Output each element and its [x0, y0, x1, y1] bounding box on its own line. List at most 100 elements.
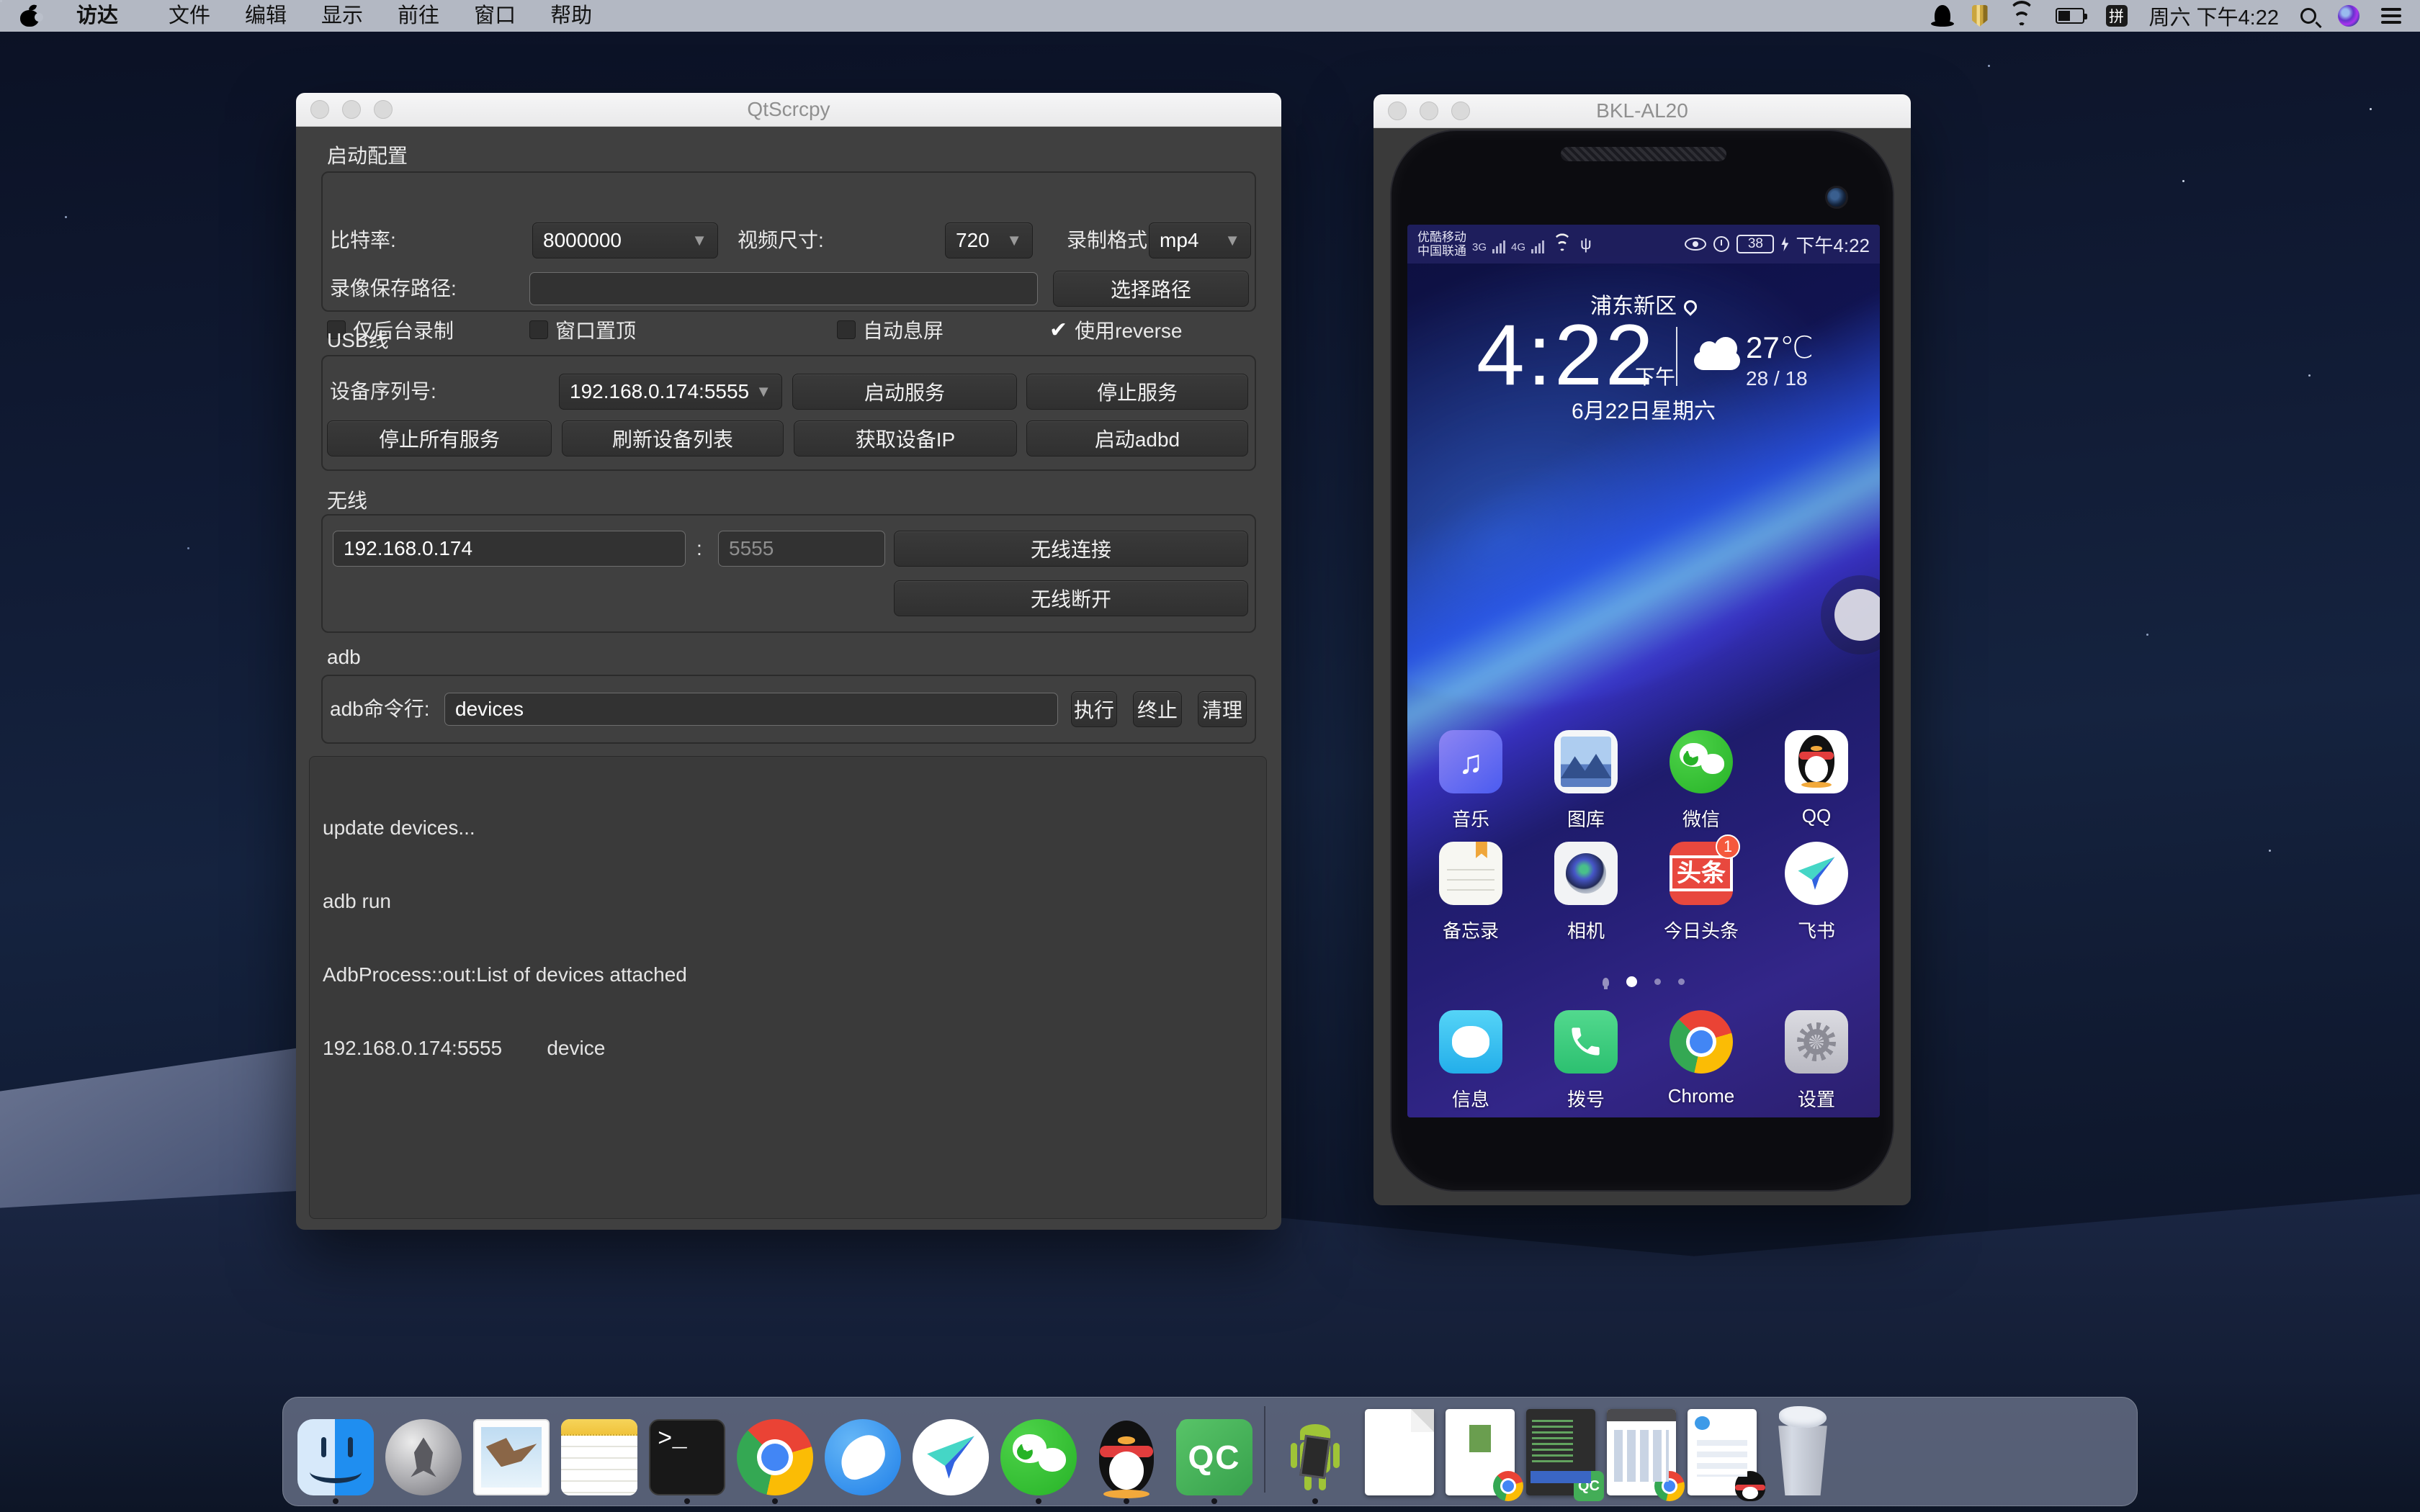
- dock-paper-plane-app[interactable]: [913, 1419, 989, 1495]
- minimized-qq-chat[interactable]: [1688, 1409, 1757, 1495]
- dock-launchpad[interactable]: [385, 1419, 462, 1495]
- search-icon[interactable]: [2300, 4, 2316, 27]
- bitrate-label: 比特率:: [330, 222, 396, 258]
- qq-icon[interactable]: [1935, 4, 1950, 27]
- notification-list-icon[interactable]: [2381, 4, 2401, 27]
- checkbox-box: [529, 320, 548, 339]
- checkbox-label: 窗口置顶: [555, 315, 636, 344]
- adb-cmd-input[interactable]: devices: [444, 693, 1058, 726]
- wechat-icon: [1000, 1419, 1077, 1495]
- battery-icon[interactable]: [2056, 4, 2084, 27]
- clock-ampm: 下午: [1635, 361, 1675, 390]
- start-service-button[interactable]: 启动服务: [792, 374, 1017, 410]
- wireless-port-input[interactable]: 5555: [718, 531, 885, 567]
- menu-go[interactable]: 前往: [380, 0, 457, 32]
- apple-menu-icon[interactable]: [20, 5, 39, 27]
- dock-qq[interactable]: [1088, 1419, 1165, 1495]
- dock-seal-app[interactable]: [825, 1419, 901, 1495]
- dock-mail[interactable]: [473, 1419, 550, 1495]
- wireless-disconnect-button[interactable]: 无线断开: [894, 580, 1248, 616]
- eye-comfort-icon: [1685, 238, 1706, 251]
- qq-penguin-icon: [1088, 1419, 1165, 1495]
- video-size-combobox[interactable]: 720▼: [945, 222, 1033, 258]
- dock-chrome[interactable]: [737, 1419, 813, 1495]
- dialer-icon: [1554, 1010, 1618, 1074]
- bitrate-combobox[interactable]: 8000000▼: [532, 222, 718, 258]
- app-label: 设置: [1798, 1085, 1835, 1112]
- dock-terminal[interactable]: >_: [649, 1419, 725, 1495]
- choose-path-button[interactable]: 选择路径: [1053, 271, 1249, 307]
- app-chrome[interactable]: Chrome: [1647, 1010, 1755, 1112]
- record-path-input[interactable]: [529, 272, 1038, 305]
- serial-combobox[interactable]: 192.168.0.174:5555▼: [559, 374, 782, 410]
- qtscrcpy-window: QtScrcpy 启动配置 比特率: 8000000▼ 视频尺寸: 720▼ 录…: [296, 93, 1281, 1230]
- minimized-green-page[interactable]: [1446, 1409, 1515, 1495]
- weather-temperature: 27℃: [1746, 330, 1814, 365]
- menu-file[interactable]: 文件: [151, 0, 228, 32]
- get-device-ip-button[interactable]: 获取设备IP: [794, 420, 1017, 456]
- app-dialer[interactable]: 拨号: [1532, 1010, 1640, 1112]
- phone-titlebar[interactable]: BKL-AL20: [1373, 94, 1911, 128]
- dock-notes[interactable]: [561, 1419, 637, 1495]
- charging-bolt-icon: [1781, 237, 1788, 251]
- checkbox-use-reverse[interactable]: ✔使用reverse: [1049, 318, 1183, 342]
- checkbox-box: [837, 320, 856, 339]
- menu-window[interactable]: 窗口: [457, 0, 533, 32]
- app-label: QQ: [1802, 805, 1831, 827]
- carrier-name-1: 优酷移动: [1417, 230, 1466, 244]
- checkbox-auto-screen-off[interactable]: 自动息屏: [837, 318, 944, 342]
- siri-icon[interactable]: [2338, 4, 2360, 27]
- dock-wechat[interactable]: [1000, 1419, 1077, 1495]
- minimized-document[interactable]: [1365, 1409, 1434, 1495]
- phone-mirror-window: BKL-AL20 优酷移动 中国联通 3G 4G ψ: [1373, 94, 1911, 1205]
- menu-finder[interactable]: 访达: [43, 0, 151, 32]
- wifi-icon[interactable]: [2009, 4, 2034, 27]
- dock-scrcpy-android[interactable]: [1277, 1419, 1353, 1495]
- phone-screen[interactable]: 优酷移动 中国联通 3G 4G ψ 38 下午4:22: [1407, 225, 1880, 1117]
- section-usb: USB线: [327, 325, 389, 354]
- shield-icon[interactable]: [1972, 4, 1988, 27]
- app-settings[interactable]: 设置: [1762, 1010, 1870, 1112]
- stop-all-services-button[interactable]: 停止所有服务: [327, 420, 552, 456]
- menu-help[interactable]: 帮助: [533, 0, 609, 32]
- section-wireless: 无线: [327, 485, 367, 514]
- start-adbd-button[interactable]: 启动adbd: [1026, 420, 1248, 456]
- menu-view[interactable]: 显示: [304, 0, 380, 32]
- adb-log-output[interactable]: update devices... adb run AdbProcess::ou…: [309, 756, 1267, 1219]
- app-wechat[interactable]: 微信: [1647, 730, 1755, 832]
- app-feishu[interactable]: 飞书: [1762, 842, 1870, 943]
- minimized-web-page[interactable]: [1607, 1409, 1676, 1495]
- wireless-ip-input[interactable]: 192.168.0.174: [333, 531, 686, 567]
- app-qq[interactable]: QQ: [1762, 730, 1870, 832]
- adb-stop-button[interactable]: 终止: [1133, 691, 1182, 727]
- page-dot: [1654, 978, 1661, 985]
- app-camera[interactable]: 相机: [1532, 842, 1640, 943]
- section-launch-config: 启动配置: [327, 140, 408, 169]
- notification-badge: 1: [1716, 834, 1740, 859]
- dock-finder[interactable]: [297, 1419, 374, 1495]
- dock-qtscrcpy[interactable]: QC: [1176, 1419, 1252, 1495]
- stop-service-button[interactable]: 停止服务: [1026, 374, 1248, 410]
- menu-bar-clock[interactable]: 周六 下午4:22: [2149, 1, 2280, 31]
- app-toutiao[interactable]: 头条 1 今日头条: [1647, 842, 1755, 943]
- app-gallery[interactable]: 图库: [1532, 730, 1640, 832]
- log-line: 192.168.0.174:5555 device: [323, 1036, 1253, 1061]
- adb-clear-button[interactable]: 清理: [1198, 691, 1247, 727]
- checkbox-window-topmost[interactable]: 窗口置顶: [529, 318, 636, 342]
- qtscrcpy-titlebar[interactable]: QtScrcpy: [296, 93, 1281, 127]
- wireless-connect-button[interactable]: 无线连接: [894, 531, 1248, 567]
- app-messages[interactable]: 信息: [1417, 1010, 1525, 1112]
- trash-icon[interactable]: [1768, 1410, 1837, 1495]
- record-format-combobox[interactable]: mp4▼: [1149, 222, 1251, 258]
- chevron-down-icon: ▼: [1224, 231, 1240, 250]
- pinyin-ime-icon[interactable]: 拼: [2106, 5, 2128, 27]
- app-music[interactable]: ♫ 音乐: [1417, 730, 1525, 832]
- qq-badge-icon: [1735, 1471, 1765, 1501]
- adb-run-button[interactable]: 执行: [1071, 691, 1117, 727]
- minimized-code-window[interactable]: QC: [1526, 1409, 1595, 1495]
- menu-edit[interactable]: 编辑: [228, 0, 304, 32]
- seal-icon: [825, 1419, 901, 1495]
- chevron-down-icon: ▼: [756, 382, 771, 401]
- app-notes[interactable]: 备忘录: [1417, 842, 1525, 943]
- refresh-device-list-button[interactable]: 刷新设备列表: [562, 420, 784, 456]
